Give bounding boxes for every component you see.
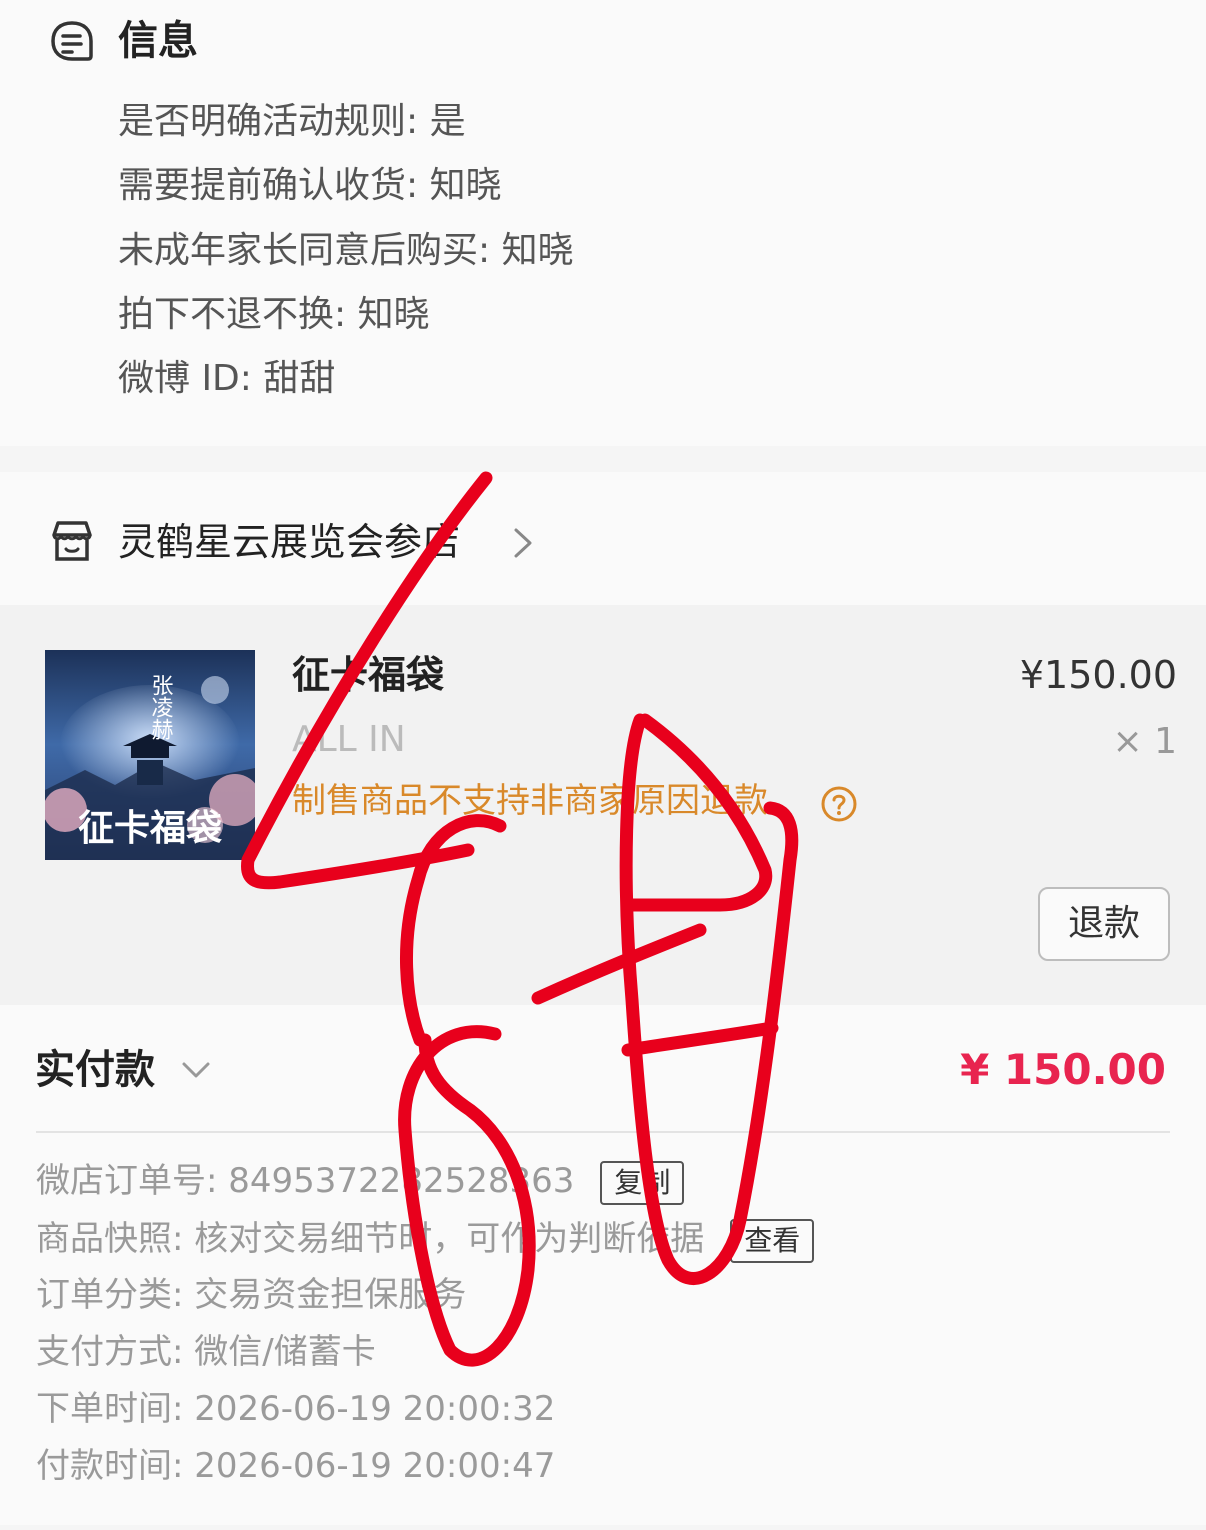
info-title: 信息 [118,18,198,64]
snapshot-row: 商品快照: 核对交易细节时，可作为判断依据 查看 [36,1215,815,1263]
store-icon [52,521,92,561]
item-title: 征卡福袋 [292,653,445,697]
paid-label[interactable]: 实付款 [35,1043,155,1097]
order-item-card[interactable]: 征卡福袋 张凌赫 征卡福袋 ALL IN 制售商品不支持非商家原因退款 ¥150… [0,605,1206,1005]
order-category: 订单分类: 交易资金担保服务 [36,1275,467,1315]
snapshot-text: 商品快照: 核对交易细节时，可作为判断依据 [36,1219,705,1259]
info-row-confirm-receipt: 需要提前确认收货: 知晓 [118,165,502,206]
item-sku: ALL IN [292,719,406,760]
thumbnail-name: 张凌赫 [148,674,174,740]
product-thumbnail[interactable]: 征卡福袋 张凌赫 [45,650,255,860]
info-section: 信息 是否明确活动规则: 是 需要提前确认收货: 知晓 未成年家长同意后购买: … [0,0,1206,446]
info-row-minor-consent: 未成年家长同意后购买: 知晓 [118,230,574,271]
shop-name: 灵鹤星云展览会参店 [118,520,461,564]
item-price: ¥150.00 [1019,653,1177,697]
view-snapshot-button[interactable]: 查看 [730,1218,815,1263]
shop-header[interactable]: 灵鹤星云展览会参店 [0,472,1206,605]
info-row-weibo-id: 微博 ID: 甜甜 [118,358,336,399]
order-number-row: 微店订单号: 8495372282528363 复制 [36,1157,685,1205]
refund-button[interactable]: 退款 [1038,887,1170,961]
divider [36,1131,1170,1133]
paid-amount: ¥ 150.00 [960,1045,1166,1094]
info-row-no-refund: 拍下不退不换: 知晓 [118,294,430,335]
payment-time: 付款时间: 2026-06-19 20:00:47 [36,1446,556,1486]
thumbnail-title: 征卡福袋 [78,807,222,849]
payment-method: 支付方式: 微信/储蓄卡 [36,1332,376,1372]
order-number: 微店订单号: 8495372282528363 [36,1161,575,1201]
copy-button[interactable]: 复制 [600,1160,685,1205]
order-time: 下单时间: 2026-06-19 20:00:32 [36,1389,556,1429]
item-quantity: × 1 [1112,721,1177,762]
info-row-rules: 是否明确活动规则: 是 [118,101,466,142]
chevron-down-icon[interactable] [180,1059,212,1081]
chevron-right-icon [514,528,532,558]
payment-section: 实付款 ¥ 150.00 微店订单号: 8495372282528363 复制 商… [0,1005,1206,1525]
chat-bubble-icon [51,21,93,61]
refund-policy-notice: 制售商品不支持非商家原因退款 [292,781,768,821]
help-question-icon[interactable] [820,785,858,823]
